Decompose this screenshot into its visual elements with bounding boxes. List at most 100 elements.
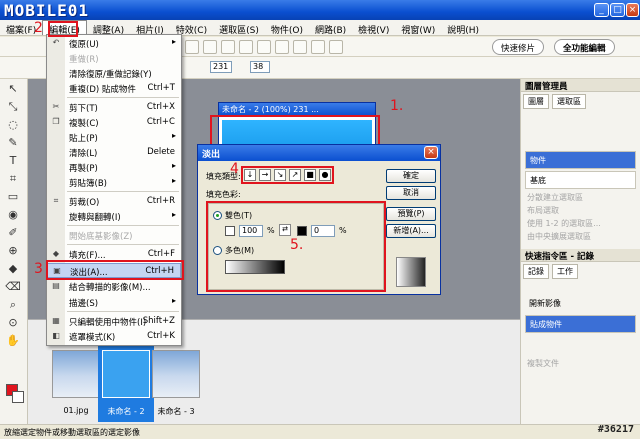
- fill-tool-icon[interactable]: ◆: [4, 261, 22, 277]
- menu-separator: [67, 97, 179, 98]
- ok-button[interactable]: 確定: [386, 169, 436, 183]
- crop-icon: ⌗: [53, 196, 59, 205]
- width-input[interactable]: 231: [210, 61, 232, 73]
- tab-layers[interactable]: 圖層: [523, 94, 549, 109]
- transform-tool-icon[interactable]: ⤡: [4, 99, 22, 115]
- menu-view[interactable]: 檢視(V): [352, 21, 395, 36]
- full-edit-tab[interactable]: 全功能編輯: [554, 39, 615, 55]
- menu-item-rotate-flip[interactable]: 旋轉與翻轉(I) ▸: [47, 209, 181, 224]
- fill-color-label: 填充色彩:: [206, 190, 241, 199]
- cancel-button[interactable]: 取消: [386, 186, 436, 200]
- height-input[interactable]: 38: [250, 61, 270, 73]
- thumbnail-03[interactable]: [152, 350, 200, 398]
- rotate-icon[interactable]: [274, 40, 289, 54]
- menu-selection[interactable]: 選取區(S): [213, 21, 265, 36]
- maximize-button[interactable]: □: [610, 3, 625, 17]
- secondary-color-swatch[interactable]: [12, 391, 24, 403]
- dim-item: 分散建立選取區: [527, 193, 583, 202]
- layer-object[interactable]: 物件: [525, 151, 636, 169]
- app-logo: MOBILE01: [4, 1, 90, 20]
- scissors-icon: ✂: [52, 102, 60, 111]
- thumbnail-label: 01.jpg: [63, 406, 89, 415]
- menu-item-clear-history[interactable]: 清除復原/重做記錄(Y): [47, 66, 181, 81]
- thumbnail-label: 未命名 - 2: [107, 407, 145, 416]
- tool-panel: ↖ ⤡ ◌ ✎ T ⌗ ▭ ◉ ✐ ⊕ ◆ ⌫ ⌕ ⊙ ✋: [0, 79, 28, 424]
- annotation-number-5: 5.: [290, 237, 304, 253]
- text-tool-icon[interactable]: T: [4, 153, 22, 169]
- eye-tool-icon[interactable]: ◉: [4, 207, 22, 223]
- menu-separator: [67, 225, 179, 226]
- annotation-box-3: [46, 260, 184, 280]
- close-button[interactable]: ×: [626, 3, 639, 17]
- combine-icon: ▤: [52, 281, 60, 290]
- shape-tool-icon[interactable]: ▭: [4, 189, 22, 205]
- menu-web[interactable]: 網路(B): [309, 21, 352, 36]
- redo-icon[interactable]: [202, 40, 217, 54]
- menu-item-crop[interactable]: ⌗ 剪裁(O) Ctrl+R: [47, 194, 181, 209]
- menu-item-copy[interactable]: ❐ 複製(C) Ctrl+C: [47, 115, 181, 130]
- tab-history[interactable]: 記錄: [523, 264, 549, 279]
- menu-item-mask-mode[interactable]: ◧ 遮罩模式(K) Ctrl+K: [47, 329, 181, 344]
- menu-item-undo[interactable]: ↶ 復原(U) ▸: [47, 36, 181, 51]
- menu-item-edit-active-object[interactable]: ▦ 只編輯使用中物件(I) Shift+Z: [47, 314, 181, 329]
- crop-icon[interactable]: [256, 40, 271, 54]
- tab-tasks[interactable]: 工作: [552, 264, 578, 279]
- eraser-tool-icon[interactable]: ⌫: [4, 279, 22, 295]
- edit-menu-dropdown: ↶ 復原(U) ▸ 重做(R) 清除復原/重做記錄(Y) 重複(D) 貼成物件 Ctr…: [46, 34, 182, 346]
- menu-item-duplicate[interactable]: 再製(P) ▸: [47, 160, 181, 175]
- crop-tool-icon[interactable]: ⌗: [4, 171, 22, 187]
- zoom-tool-icon[interactable]: ⊙: [4, 315, 22, 331]
- menu-separator: [67, 244, 179, 245]
- minimize-button[interactable]: _: [594, 3, 609, 17]
- paste-icon[interactable]: [238, 40, 253, 54]
- new-button[interactable]: 新增(A)...: [386, 224, 436, 238]
- menu-window[interactable]: 視窗(W): [395, 21, 441, 36]
- menu-item-start-base[interactable]: 開始底基影像(Z): [47, 228, 181, 243]
- menu-item-cut[interactable]: ✂ 剪下(T) Ctrl+X: [47, 100, 181, 115]
- undo-icon: ↶: [52, 38, 60, 47]
- web-icon[interactable]: [328, 40, 343, 54]
- preview-button[interactable]: 預覽(P): [386, 207, 436, 221]
- menu-item-paste[interactable]: 貼上(P) ▸: [47, 130, 181, 145]
- dropper-tool-icon[interactable]: ⌕: [4, 297, 22, 313]
- undo-icon[interactable]: [184, 40, 199, 54]
- dialog-close-button[interactable]: ×: [424, 146, 438, 159]
- clone-tool-icon[interactable]: ⊕: [4, 243, 22, 259]
- dim-item: 布局選取: [527, 206, 559, 215]
- annotation-box-1: [210, 115, 380, 147]
- brush-tool-icon[interactable]: ✐: [4, 225, 22, 241]
- pick-tool-icon[interactable]: ↖: [4, 81, 22, 97]
- menu-item-combine[interactable]: ▤ 結合轉描的影像(M)...: [47, 279, 181, 294]
- menu-item-clear[interactable]: 清除(L) Delete: [47, 145, 181, 160]
- menu-help[interactable]: 說明(H): [441, 21, 485, 36]
- tab-selection[interactable]: 選取區: [552, 94, 586, 109]
- mask-icon: ◧: [52, 331, 60, 340]
- lasso-tool-icon[interactable]: ◌: [4, 117, 22, 133]
- thumbnail-01[interactable]: [52, 350, 100, 398]
- copy-icon[interactable]: [220, 40, 235, 54]
- status-bar: 放縮選定物件或移動選取區的選定影像: [0, 424, 640, 439]
- annotation-box-4: [241, 166, 334, 184]
- thumbnail-label: 未命名 - 3: [157, 407, 195, 416]
- menu-item-clipboard[interactable]: 剪貼簿(B) ▸: [47, 175, 181, 190]
- history-item[interactable]: 開新影像: [525, 295, 636, 313]
- right-panel: 圖層管理員 圖層 選取區 物件 基底 分散建立選取區 布局選取 使用 1-2 的選…: [520, 79, 640, 424]
- layer-base[interactable]: 基底: [525, 171, 636, 189]
- object-icon: ▦: [52, 316, 60, 325]
- menu-item-repeat[interactable]: 重複(D) 貼成物件 Ctrl+T: [47, 81, 181, 96]
- dim-item: 由中央擴展選取區: [527, 232, 591, 241]
- dim-item: 使用 1-2 的選取區...: [527, 219, 601, 228]
- menu-item-stroke[interactable]: 描邊(S) ▸: [47, 295, 181, 310]
- zoom-icon[interactable]: [292, 40, 307, 54]
- gradient-preview: [396, 257, 426, 287]
- hand-tool-icon[interactable]: ✋: [4, 333, 22, 349]
- fill-icon: ◆: [52, 249, 60, 258]
- menu-item-redo[interactable]: 重做(R): [47, 51, 181, 66]
- thumbnail-02[interactable]: [102, 350, 150, 398]
- menu-object[interactable]: 物件(O): [265, 21, 309, 36]
- history-item-selected[interactable]: 貼成物件: [525, 315, 636, 333]
- annotation-number-4: 4: [230, 161, 239, 177]
- pen-tool-icon[interactable]: ✎: [4, 135, 22, 151]
- quick-fix-tab[interactable]: 快速修片: [492, 39, 545, 55]
- print-icon[interactable]: [310, 40, 325, 54]
